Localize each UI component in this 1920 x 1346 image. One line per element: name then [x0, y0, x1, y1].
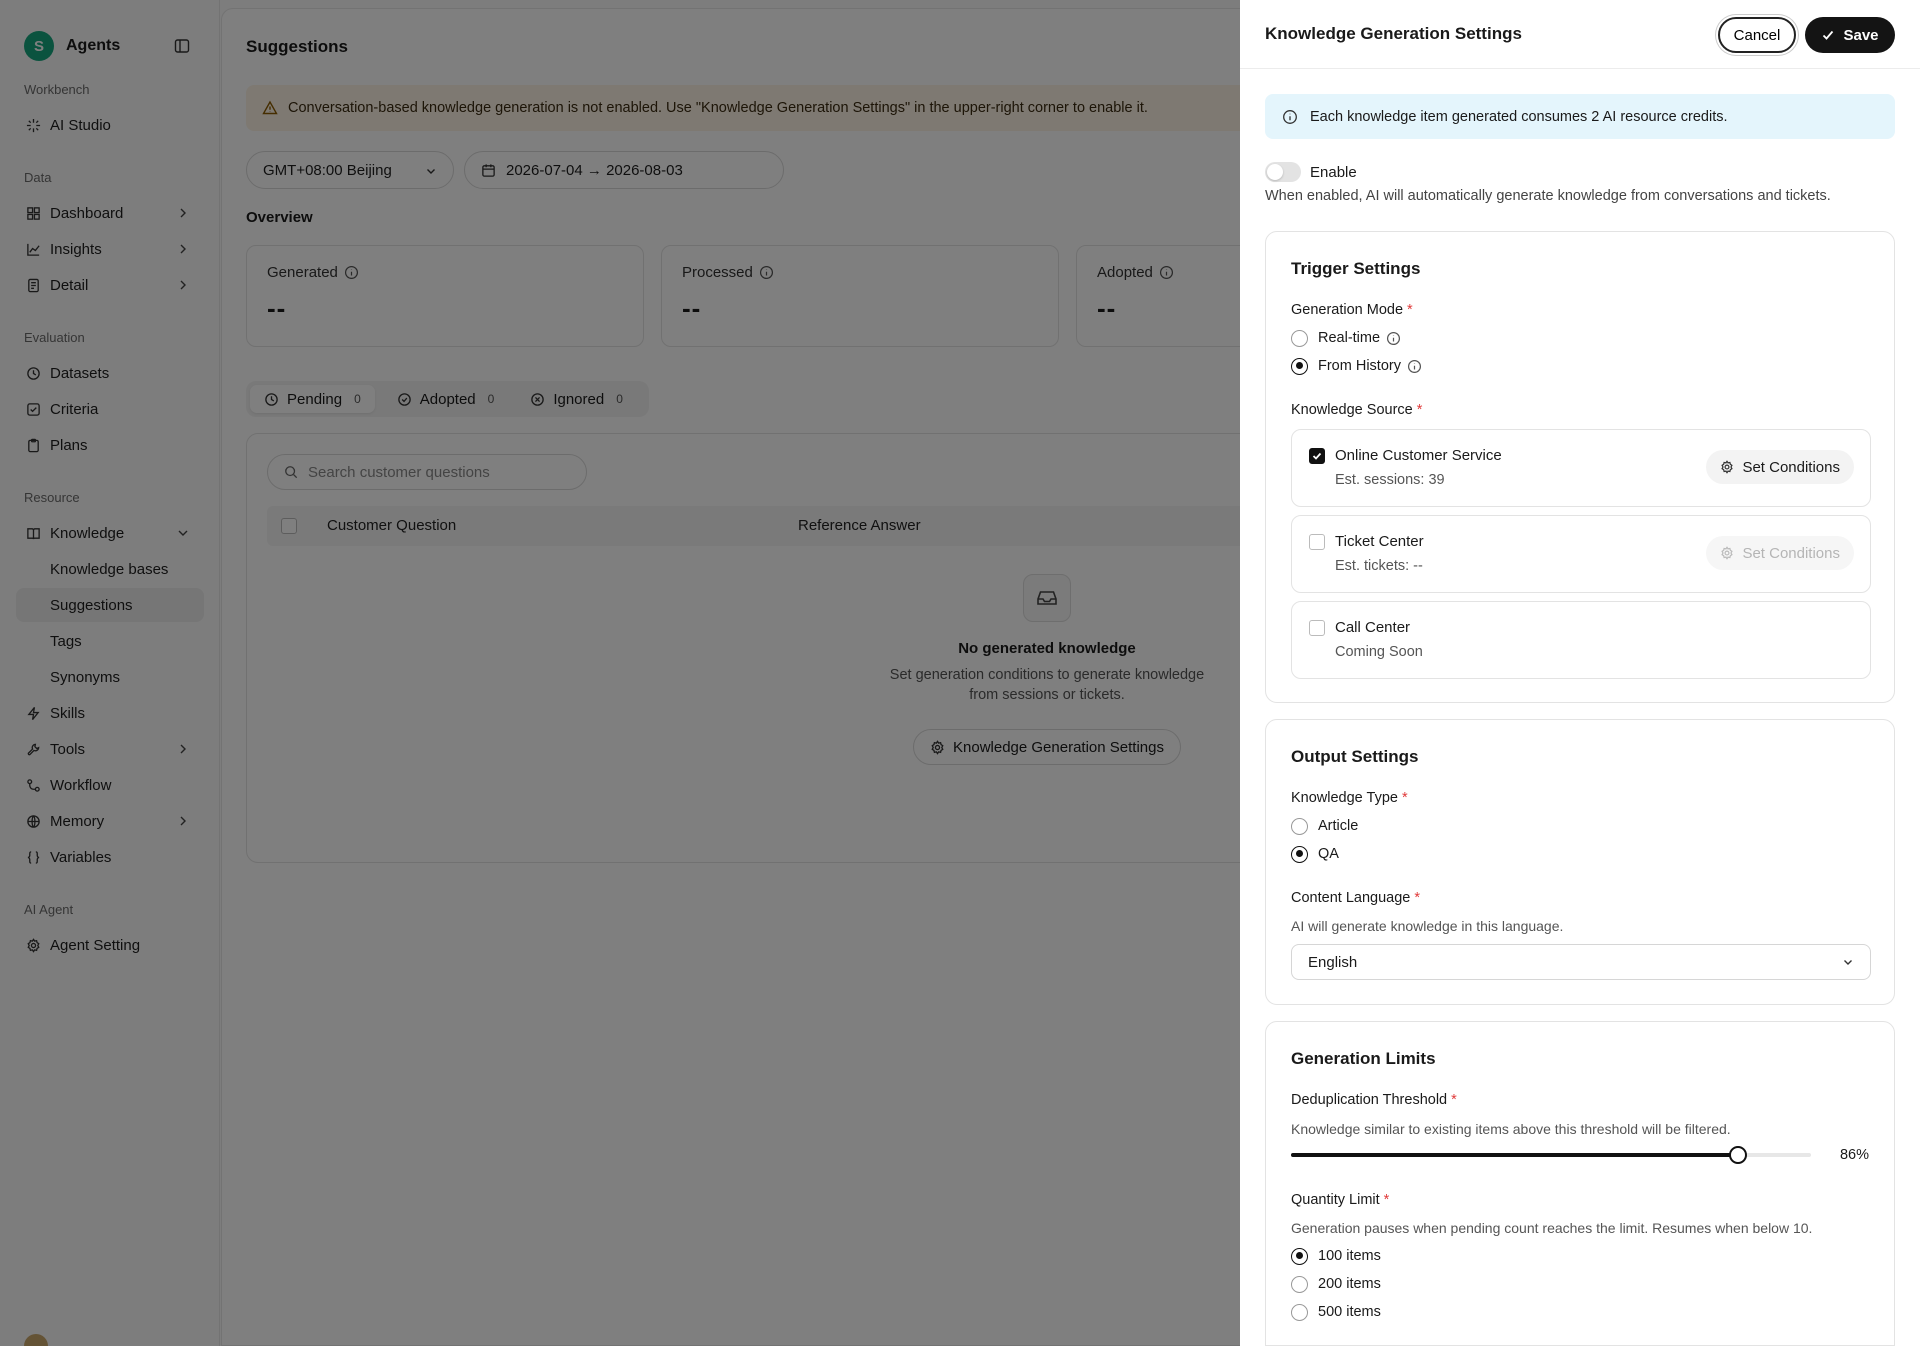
slider-fill	[1291, 1153, 1739, 1157]
radio-button[interactable]	[1291, 845, 1308, 863]
enable-description: When enabled, AI will automatically gene…	[1265, 188, 1831, 204]
source-card-online-customer-service: Online Customer Service Est. sessions: 3…	[1291, 429, 1871, 507]
button-label: Set Conditions	[1742, 544, 1840, 562]
source-card-call-center: Call Center Coming Soon	[1291, 601, 1871, 679]
source-checkbox[interactable]	[1309, 448, 1325, 464]
source-name: Call Center	[1335, 619, 1411, 636]
cancel-button[interactable]: Cancel	[1718, 17, 1796, 53]
chevron-down-icon	[1842, 956, 1854, 968]
language-value: English	[1308, 953, 1358, 971]
radio-button[interactable]	[1291, 329, 1308, 347]
radio-label: 100 items	[1318, 1248, 1381, 1264]
trigger-settings-panel: Trigger Settings Generation Mode * Real-t…	[1265, 231, 1895, 703]
info-icon	[1282, 109, 1298, 125]
dedup-threshold-label: Deduplication Threshold *	[1291, 1092, 1457, 1108]
field-label-text: Knowledge Source	[1291, 402, 1413, 418]
radio-article[interactable]: Article	[1291, 816, 1358, 836]
content-language-label: Content Language *	[1291, 890, 1420, 906]
radio-100-items[interactable]: 100 items	[1291, 1246, 1381, 1266]
save-label: Save	[1843, 26, 1879, 44]
radio-button[interactable]	[1291, 817, 1308, 835]
drawer-header: Knowledge Generation Settings Cancel Sav…	[1240, 0, 1920, 69]
set-conditions-button: Set Conditions	[1706, 536, 1854, 570]
info-icon[interactable]	[1407, 359, 1422, 374]
field-label-text: Knowledge Type	[1291, 790, 1398, 806]
dedup-description: Knowledge similar to existing items abov…	[1291, 1121, 1731, 1137]
gear-icon	[1720, 460, 1734, 474]
drawer-title: Knowledge Generation Settings	[1265, 24, 1522, 43]
credits-info-banner: Each knowledge item generated consumes 2…	[1265, 94, 1895, 139]
enable-toggle[interactable]	[1265, 162, 1301, 182]
info-text: Each knowledge item generated consumes 2…	[1310, 108, 1728, 125]
save-button[interactable]: Save	[1805, 17, 1895, 53]
radio-200-items[interactable]: 200 items	[1291, 1274, 1381, 1294]
gear-icon	[1720, 546, 1734, 560]
source-card-ticket-center: Ticket Center Est. tickets: -- Set Condi…	[1291, 515, 1871, 593]
slider-thumb[interactable]	[1729, 1146, 1748, 1164]
radio-from-history[interactable]: From History	[1291, 356, 1422, 376]
quantity-description: Generation pauses when pending count rea…	[1291, 1220, 1813, 1236]
set-conditions-button[interactable]: Set Conditions	[1706, 450, 1854, 484]
panel-title: Generation Limits	[1291, 1049, 1436, 1068]
radio-label: From History	[1318, 358, 1401, 374]
radio-qa[interactable]: QA	[1291, 844, 1339, 864]
radio-button[interactable]	[1291, 1247, 1308, 1265]
knowledge-source-label: Knowledge Source *	[1291, 402, 1423, 418]
radio-button[interactable]	[1291, 1275, 1308, 1293]
radio-button[interactable]	[1291, 357, 1308, 375]
source-name: Online Customer Service	[1335, 447, 1502, 464]
radio-label: Real-time	[1318, 330, 1381, 346]
field-label-text: Deduplication Threshold	[1291, 1092, 1448, 1108]
field-label-text: Generation Mode	[1291, 302, 1404, 318]
radio-button[interactable]	[1291, 1303, 1308, 1321]
source-estimate: Est. sessions: 39	[1335, 472, 1445, 488]
field-label-text: Content Language	[1291, 890, 1411, 906]
info-icon[interactable]	[1386, 331, 1401, 346]
button-label: Set Conditions	[1742, 458, 1840, 476]
source-status: Coming Soon	[1335, 644, 1423, 660]
enable-label: Enable	[1310, 164, 1357, 181]
generation-mode-label: Generation Mode *	[1291, 302, 1413, 318]
content-language-description: AI will generate knowledge in this langu…	[1291, 918, 1564, 934]
radio-label: 200 items	[1318, 1276, 1381, 1292]
radio-500-items[interactable]: 500 items	[1291, 1302, 1381, 1322]
output-settings-panel: Output Settings Knowledge Type * Article …	[1265, 719, 1895, 1005]
source-checkbox[interactable]	[1309, 534, 1325, 550]
source-name: Ticket Center	[1335, 533, 1424, 550]
radio-label: Article	[1318, 818, 1359, 834]
source-estimate: Est. tickets: --	[1335, 558, 1423, 574]
knowledge-type-label: Knowledge Type *	[1291, 790, 1408, 806]
generation-limits-panel: Generation Limits Deduplication Threshol…	[1265, 1021, 1895, 1346]
radio-label: QA	[1318, 846, 1339, 862]
dedup-value: 86%	[1839, 1147, 1869, 1163]
check-icon	[1823, 30, 1834, 40]
dedup-slider[interactable]	[1291, 1146, 1811, 1164]
panel-title: Trigger Settings	[1291, 259, 1421, 278]
language-select[interactable]: English	[1291, 944, 1871, 980]
settings-drawer: Knowledge Generation Settings Cancel Sav…	[1240, 0, 1920, 1346]
panel-title: Output Settings	[1291, 747, 1419, 766]
field-label-text: Quantity Limit	[1291, 1192, 1380, 1208]
source-checkbox[interactable]	[1309, 620, 1325, 636]
quantity-limit-label: Quantity Limit *	[1291, 1192, 1390, 1208]
radio-label: 500 items	[1318, 1304, 1381, 1320]
radio-real-time[interactable]: Real-time	[1291, 328, 1401, 348]
